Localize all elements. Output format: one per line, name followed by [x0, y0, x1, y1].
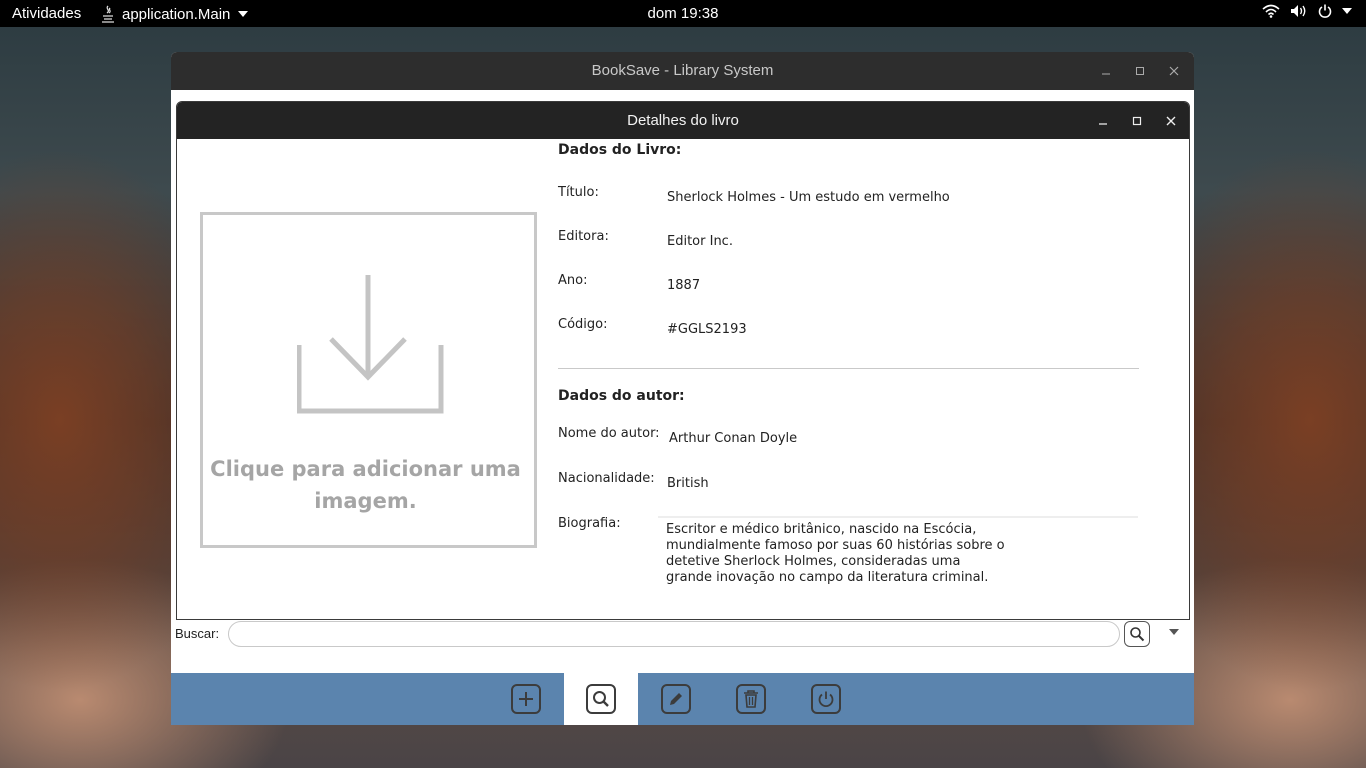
search-icon	[586, 684, 616, 714]
author-name-value: Arthur Conan Doyle	[669, 431, 798, 446]
biography-textarea[interactable]: Escritor e médico britânico, nascido na …	[658, 516, 1138, 596]
biography-text: Escritor e médico britânico, nascido na …	[666, 522, 1005, 585]
volume-icon	[1291, 5, 1306, 17]
image-placeholder-text: Clique para adicionar uma imagem.	[210, 457, 521, 513]
nationality-label: Nacionalidade:	[558, 471, 655, 486]
clock[interactable]: dom 19:38	[648, 5, 719, 22]
exit-button[interactable]	[789, 673, 863, 725]
search-book-button[interactable]	[564, 673, 638, 725]
section-divider	[558, 368, 1139, 369]
search-button[interactable]	[1124, 621, 1150, 647]
maximize-button[interactable]	[1132, 63, 1148, 79]
close-icon	[1166, 116, 1176, 125]
system-top-bar: Atividades application.Main dom 19:38	[0, 0, 1366, 27]
main-window-title: BookSave - Library System	[591, 62, 774, 79]
main-window-titlebar[interactable]: BookSave - Library System	[171, 52, 1194, 90]
book-details-panel: Dados do Livro: Título: Sherlock Holmes …	[558, 139, 1158, 619]
power-icon	[811, 684, 841, 714]
add-icon	[511, 684, 541, 714]
code-value: #GGLS2193	[667, 322, 747, 337]
maximize-icon	[1136, 67, 1144, 75]
edit-icon	[661, 684, 691, 714]
bottom-toolbar	[171, 673, 1194, 725]
minimize-icon	[1102, 73, 1110, 75]
publisher-label: Editora:	[558, 229, 609, 244]
code-label: Código:	[558, 317, 608, 332]
chevron-down-icon	[238, 11, 249, 17]
app-menu-label: application.Main	[122, 5, 231, 23]
download-icon	[297, 275, 444, 414]
minimize-button[interactable]	[1098, 63, 1114, 79]
java-app-icon	[102, 5, 114, 23]
edit-book-button[interactable]	[639, 673, 713, 725]
dialog-maximize-button[interactable]	[1129, 113, 1145, 129]
book-details-dialog: Detalhes do livro Clique para adicionar …	[176, 101, 1190, 620]
search-row: Buscar:	[171, 620, 1194, 650]
dialog-minimize-button[interactable]	[1095, 113, 1111, 129]
author-section-heading: Dados do autor:	[558, 388, 685, 404]
title-label: Título:	[558, 185, 599, 200]
year-label: Ano:	[558, 273, 588, 288]
power-menu-icon	[1318, 4, 1332, 18]
image-dropzone[interactable]: Clique para adicionar uma imagem.	[200, 212, 537, 548]
dialog-titlebar[interactable]: Detalhes do livro	[177, 102, 1189, 139]
trash-icon	[736, 684, 766, 714]
dialog-close-button[interactable]	[1163, 113, 1179, 129]
search-label: Buscar:	[175, 626, 220, 641]
nationality-value: British	[667, 476, 709, 491]
search-input[interactable]	[228, 621, 1120, 647]
add-book-button[interactable]	[489, 673, 563, 725]
app-menu[interactable]: application.Main	[100, 5, 249, 23]
delete-book-button[interactable]	[714, 673, 788, 725]
close-icon	[1169, 66, 1179, 76]
publisher-value: Editor Inc.	[667, 234, 733, 249]
wifi-icon	[1262, 4, 1280, 18]
title-value: Sherlock Holmes - Um estudo em vermelho	[667, 190, 950, 205]
system-tray[interactable]	[1262, 4, 1352, 18]
author-name-label: Nome do autor:	[558, 426, 660, 441]
book-section-heading: Dados do Livro:	[558, 142, 682, 158]
close-button[interactable]	[1166, 63, 1182, 79]
biography-label: Biografia:	[558, 516, 621, 531]
dialog-title: Detalhes do livro	[627, 112, 739, 129]
chevron-down-icon	[1342, 8, 1352, 14]
maximize-icon	[1132, 116, 1142, 125]
minimize-icon	[1099, 122, 1107, 125]
search-icon	[1130, 627, 1145, 642]
activities-button[interactable]: Atividades	[12, 5, 81, 22]
year-value: 1887	[667, 278, 701, 293]
search-filter-dropdown[interactable]	[1169, 629, 1179, 635]
